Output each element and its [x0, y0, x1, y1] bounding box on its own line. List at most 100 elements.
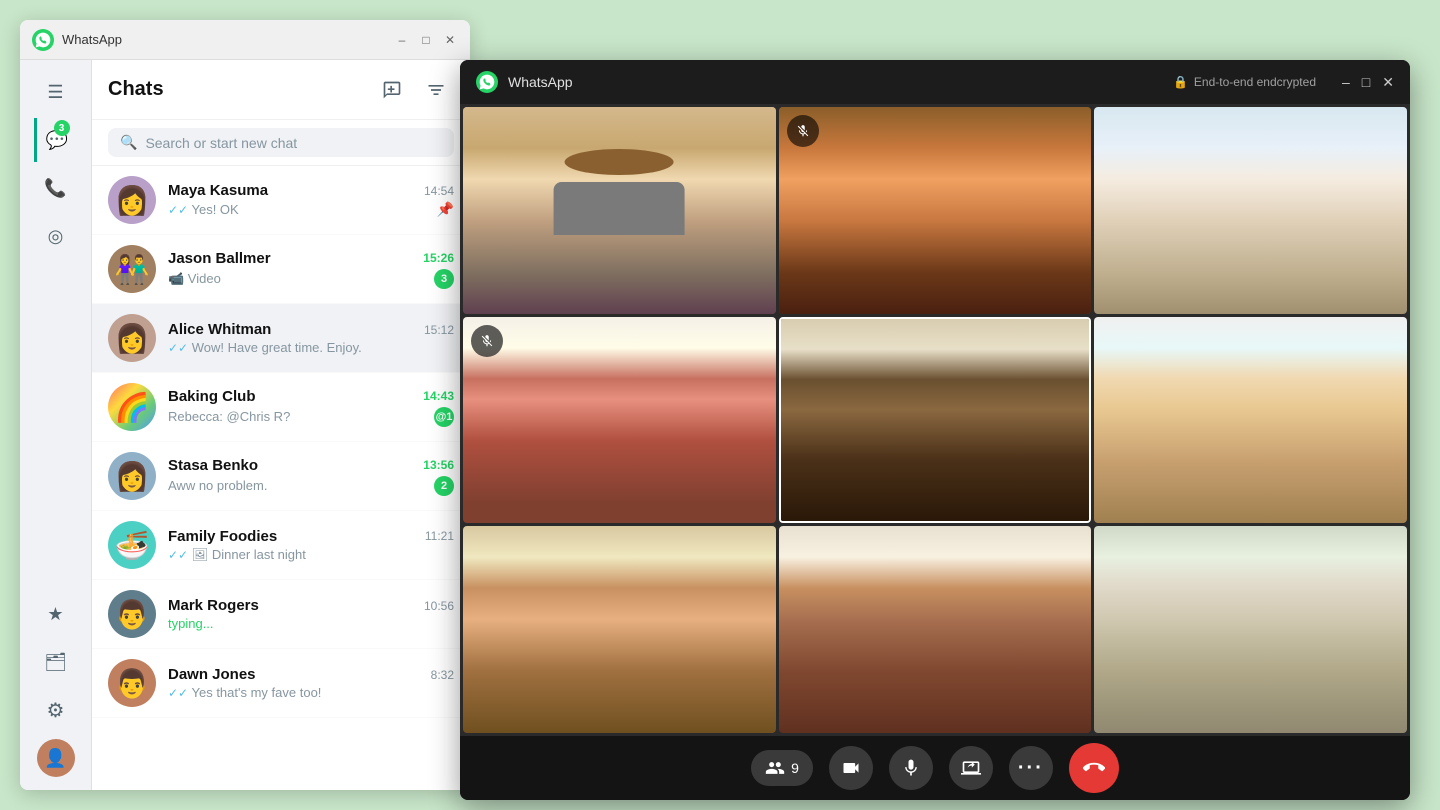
video-toggle-button[interactable] — [829, 746, 873, 790]
search-bar: 🔍 — [92, 120, 470, 166]
whatsapp-logo-icon — [32, 29, 54, 51]
chat-preview-jason: 📹 Video — [168, 271, 221, 287]
chat-preview-maya: ✓✓ Yes! OK — [168, 202, 239, 217]
unread-badge-jason: 3 — [434, 269, 454, 289]
chat-item-stasa[interactable]: 👩 Stasa Benko 13:56 Aww no problem. 2 — [92, 442, 470, 511]
close-button[interactable]: ✕ — [442, 32, 458, 48]
chat-time-stasa: 13:56 — [423, 458, 454, 472]
participants-count: 9 — [791, 760, 799, 776]
chat-time-family: 11:21 — [425, 529, 454, 543]
chat-info-baking: Baking Club 14:43 Rebecca: @Chris R? @ 1 — [168, 388, 454, 427]
chat-name-stasa: Stasa Benko — [168, 457, 258, 474]
chat-info-family: Family Foodies 11:21 ✓✓ 🖼 Dinner last ni… — [168, 528, 454, 563]
more-options-button[interactable]: ··· — [1009, 746, 1053, 790]
encrypted-text: End-to-end endcrypted — [1194, 75, 1316, 89]
sidebar-starred-icon[interactable]: ★ — [34, 592, 78, 636]
chat-avatar-baking: 🌈 — [108, 383, 156, 431]
chat-info-maya: Maya Kasuma 14:54 ✓✓ Yes! OK 📌 — [168, 182, 454, 218]
chat-avatar-jason: 👫 — [108, 245, 156, 293]
sidebar-top: ☰ 💬 3 📞 ◎ — [34, 70, 78, 592]
video-cell-3 — [1094, 107, 1407, 314]
chat-time-jason: 15:26 — [423, 251, 454, 265]
maximize-button[interactable]: □ — [418, 32, 434, 48]
video-whatsapp-logo-icon — [476, 71, 498, 93]
chat-name-maya: Maya Kasuma — [168, 182, 268, 199]
chat-info-dawn: Dawn Jones 8:32 ✓✓ Yes that's my fave to… — [168, 666, 454, 700]
chat-preview-stasa: Aww no problem. — [168, 478, 267, 493]
sidebar-chats-icon[interactable]: 💬 3 — [34, 118, 78, 162]
chat-avatar-maya: 👩 — [108, 176, 156, 224]
sidebar-status-icon[interactable]: ◎ — [34, 214, 78, 258]
main-window-title: WhatsApp — [62, 32, 386, 47]
chat-item-family[interactable]: 🍜 Family Foodies 11:21 ✓✓ 🖼 Dinner last … — [92, 511, 470, 580]
video-controls-bar: 9 ··· — [460, 736, 1410, 800]
chat-name-baking: Baking Club — [168, 388, 256, 405]
unread-badge-stasa: 2 — [434, 476, 454, 496]
chat-info-alice: Alice Whitman 15:12 ✓✓ Wow! Have great t… — [168, 321, 454, 355]
end-call-button[interactable] — [1069, 743, 1119, 793]
chat-preview-mark: typing... — [168, 616, 214, 631]
chat-preview-baking: Rebecca: @Chris R? — [168, 409, 290, 424]
video-window-title: WhatsApp — [508, 74, 1163, 90]
video-cell-1 — [463, 107, 776, 314]
chat-name-family: Family Foodies — [168, 528, 277, 545]
chat-item-mark[interactable]: 👨 Mark Rogers 10:56 typing... — [92, 580, 470, 649]
new-chat-button[interactable] — [374, 72, 410, 108]
chats-title: Chats — [108, 78, 362, 101]
sidebar-calls-icon[interactable]: 📞 — [34, 166, 78, 210]
video-cell-7 — [463, 526, 776, 733]
main-window: WhatsApp – □ ✕ ☰ 💬 3 📞 ◎ ★ 🗂 ⚙ 👤 — [20, 20, 470, 790]
lock-icon: 🔒 — [1173, 75, 1188, 89]
video-close-button[interactable]: ✕ — [1382, 74, 1394, 91]
chat-preview-alice: ✓✓ Wow! Have great time. Enjoy. — [168, 340, 362, 355]
chat-notification-badge: 3 — [54, 120, 70, 136]
chat-list: 👩 Maya Kasuma 14:54 ✓✓ Yes! OK 📌 👫 — [92, 166, 470, 786]
chat-name-jason: Jason Ballmer — [168, 250, 271, 267]
chat-item-alice[interactable]: 👩 Alice Whitman 15:12 ✓✓ Wow! Have great… — [92, 304, 470, 373]
video-cell-6 — [1094, 317, 1407, 524]
sidebar-avatar[interactable]: 👤 — [34, 736, 78, 780]
sidebar-menu-icon[interactable]: ☰ — [34, 70, 78, 114]
chat-time-maya: 14:54 — [424, 184, 454, 198]
chat-avatar-dawn: 👨 — [108, 659, 156, 707]
participants-button[interactable]: 9 — [751, 750, 813, 786]
video-cell-8 — [779, 526, 1092, 733]
mute-overlay-4 — [471, 325, 503, 357]
search-icon: 🔍 — [120, 134, 137, 151]
chat-name-dawn: Dawn Jones — [168, 666, 256, 683]
chat-item-maya[interactable]: 👩 Maya Kasuma 14:54 ✓✓ Yes! OK 📌 — [92, 166, 470, 235]
search-input[interactable] — [145, 135, 442, 151]
chat-avatar-family: 🍜 — [108, 521, 156, 569]
chat-time-dawn: 8:32 — [431, 668, 454, 682]
main-titlebar: WhatsApp – □ ✕ — [20, 20, 470, 60]
sidebar-bottom: ★ 🗂 ⚙ 👤 — [34, 592, 78, 780]
chats-header: Chats — [92, 60, 470, 120]
chat-avatar-stasa: 👩 — [108, 452, 156, 500]
chat-preview-dawn: ✓✓ Yes that's my fave too! — [168, 685, 321, 700]
header-icons — [374, 72, 454, 108]
filter-button[interactable] — [418, 72, 454, 108]
search-input-wrapper[interactable]: 🔍 — [108, 128, 454, 157]
video-cell-9 — [1094, 526, 1407, 733]
sidebar-archived-icon[interactable]: 🗂 — [34, 640, 78, 684]
chat-panel: Chats 🔍 👩 — [92, 60, 470, 790]
chat-info-mark: Mark Rogers 10:56 typing... — [168, 597, 454, 631]
chat-avatar-alice: 👩 — [108, 314, 156, 362]
chat-time-baking: 14:43 — [423, 389, 454, 403]
chat-name-alice: Alice Whitman — [168, 321, 271, 338]
encrypted-label: 🔒 End-to-end endcrypted — [1173, 75, 1316, 89]
minimize-button[interactable]: – — [394, 32, 410, 48]
chat-time-alice: 15:12 — [424, 323, 454, 337]
chat-item-jason[interactable]: 👫 Jason Ballmer 15:26 📹 Video 3 — [92, 235, 470, 304]
sidebar-settings-icon[interactable]: ⚙ — [34, 688, 78, 732]
video-cell-5 — [779, 317, 1092, 524]
video-maximize-button[interactable]: □ — [1362, 74, 1370, 91]
video-minimize-button[interactable]: – — [1342, 74, 1350, 91]
video-call-window: WhatsApp 🔒 End-to-end endcrypted – □ ✕ — [460, 60, 1410, 800]
chat-avatar-mark: 👨 — [108, 590, 156, 638]
chat-item-dawn[interactable]: 👨 Dawn Jones 8:32 ✓✓ Yes that's my fave … — [92, 649, 470, 718]
mic-toggle-button[interactable] — [889, 746, 933, 790]
screen-share-button[interactable] — [949, 746, 993, 790]
video-grid — [460, 104, 1410, 736]
chat-item-baking[interactable]: 🌈 Baking Club 14:43 Rebecca: @Chris R? @… — [92, 373, 470, 442]
